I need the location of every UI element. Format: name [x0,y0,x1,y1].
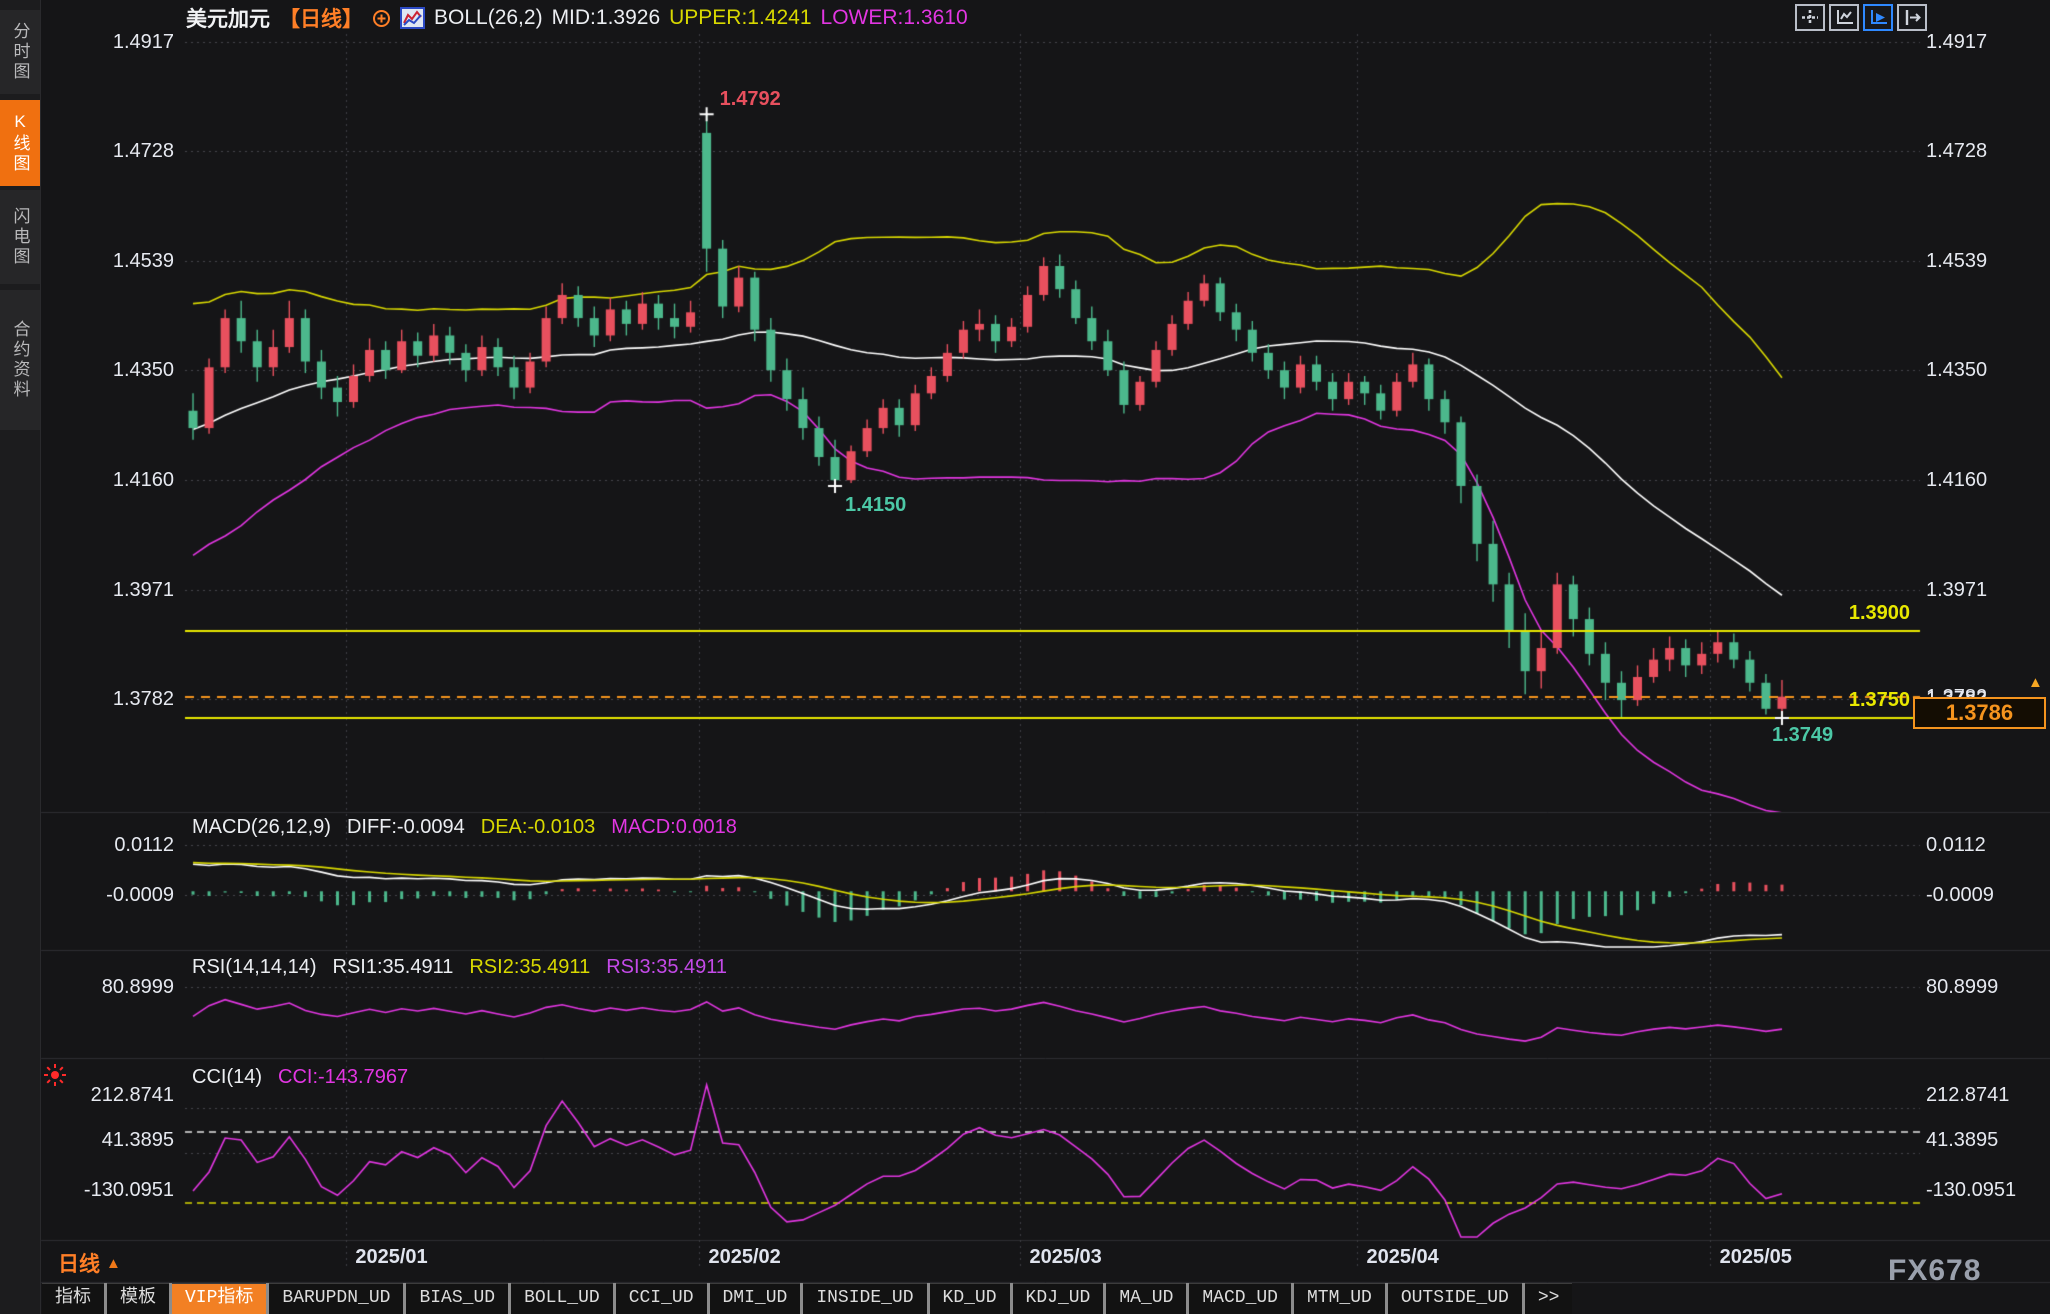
y-axis-label: 41.3895 [42,1129,174,1151]
cci-header-row: CCI(14) CCI:-143.7967 [192,1066,408,1089]
indicator-tab-9[interactable]: KD_UD [930,1283,1010,1314]
indicator-tab-4[interactable]: BIAS_UD [406,1283,508,1314]
indicator-tab-15[interactable]: >> [1525,1283,1573,1314]
macd-header-row: MACD(26,12,9) DIFF:-0.0094 DEA:-0.0103 M… [192,816,737,839]
sidebar-item-2[interactable]: 闪电图 [0,190,40,284]
rsi3-value: RSI3:35.4911 [606,956,727,979]
y-axis-label: -130.0951 [42,1179,174,1201]
y-axis-label: -130.0951 [1926,1179,2050,1201]
y-axis-label: 0.0112 [42,834,174,856]
chart-play-icon[interactable] [1863,4,1893,31]
boll-mid-value: MID:1.3926 [552,6,661,30]
y-axis-label: 1.3971 [1926,579,2050,601]
chart-axes-icon[interactable] [1829,4,1859,31]
y-axis-label: 1.4160 [42,469,174,491]
rsi-header-row: RSI(14,14,14) RSI1:35.4911 RSI2:35.4911 … [192,956,727,979]
macd-macd-value: MACD:0.0018 [611,816,737,839]
indicator-tab-1[interactable]: 模板 [107,1283,169,1314]
indicator-tab-2[interactable]: VIP指标 [172,1283,266,1314]
circle-plus-icon[interactable] [372,9,391,28]
y-axis-label: 41.3895 [1926,1129,2050,1151]
indicator-tab-11[interactable]: MA_UD [1106,1283,1186,1314]
mini-chart-icon[interactable] [400,7,425,29]
boll-indicator-title: BOLL(26,2) [434,6,543,30]
x-axis-month-label: 2025/04 [1366,1246,1438,1269]
cci-value: CCI:-143.7967 [278,1066,408,1089]
macd-title: MACD(26,12,9) [192,816,331,839]
y-axis-label: 80.8999 [42,976,174,998]
recent-low-price-label: 1.3749 [1772,724,1833,747]
hline-1390-label: 1.3900 [1818,602,1910,625]
y-axis-label: 1.4539 [42,250,174,272]
y-axis-label: 1.4160 [1926,469,2050,491]
y-axis-label: 212.8741 [1926,1084,2050,1106]
boll-lower-value: LOWER:1.3610 [821,6,968,30]
y-axis-label: 1.4350 [1926,359,2050,381]
alert-sun-icon[interactable] [42,1062,68,1088]
y-axis-label: 1.4350 [42,359,174,381]
sidebar-item-3[interactable]: 合约资料 [0,290,40,430]
y-axis-label: 0.0112 [1926,834,2050,856]
chart-panel-icon[interactable] [1897,4,1927,31]
triangle-up-icon: ▲ [106,1255,121,1272]
y-axis-label: 1.4917 [42,31,174,53]
hline-1375-label: 1.3750 [1818,689,1910,712]
chart-application-window: 分时图 K线图闪电图合约资料 美元加元 【日线】 BOLL(26,2) MID:1… [0,0,2050,1314]
macd-dea-value: DEA:-0.0103 [481,816,596,839]
chart-canvas[interactable] [0,0,2050,1314]
chart-header: 美元加元 【日线】 BOLL(26,2) MID:1.3926 UPPER:1.… [186,5,968,31]
indicator-tab-0[interactable]: 指标 [42,1283,104,1314]
indicator-tab-5[interactable]: BOLL_UD [511,1283,613,1314]
indicator-tab-12[interactable]: MACD_UD [1189,1283,1291,1314]
x-axis-month-label: 2025/05 [1720,1246,1792,1269]
y-axis-label: 1.3971 [42,579,174,601]
indicator-tab-7[interactable]: DMI_UD [710,1283,801,1314]
x-axis-month-label: 2025/03 [1029,1246,1101,1269]
boll-upper-value: UPPER:1.4241 [669,6,811,30]
indicator-tab-8[interactable]: INSIDE_UD [803,1283,926,1314]
high-price-label: 1.4792 [720,88,781,111]
x-axis-month-label: 2025/02 [708,1246,780,1269]
indicator-tab-bar: 指标模板VIP指标BARUPDN_UDBIAS_UDBOLL_UDCCI_UDD… [42,1283,1572,1314]
sidebar-item-1[interactable]: K线图 [0,100,40,186]
symbol-title: 美元加元 [186,3,270,33]
pan-crosshair-icon[interactable] [1795,4,1825,31]
period-tag: 【日线】 [279,3,363,33]
indicator-tab-3[interactable]: BARUPDN_UD [269,1283,403,1314]
y-axis-label: 1.4728 [1926,140,2050,162]
y-axis-label: -0.0009 [42,884,174,906]
rsi2-value: RSI2:35.4911 [469,956,590,979]
y-axis-label: 1.4539 [1926,250,2050,272]
rsi1-value: RSI1:35.4911 [333,956,454,979]
period-selector[interactable]: 日线 ▲ [58,1248,121,1278]
sidebar-item-0[interactable]: 分时图 [0,10,40,94]
indicator-tab-14[interactable]: OUTSIDE_UD [1388,1283,1522,1314]
macd-diff-value: DIFF:-0.0094 [347,816,465,839]
watermark: FX678 [1888,1254,1981,1288]
y-axis-label: -0.0009 [1926,884,2050,906]
y-axis-label: 1.4917 [1926,31,2050,53]
chart-type-sidebar: 分时图 K线图闪电图合约资料 [0,0,41,1314]
y-axis-label: 1.4728 [42,140,174,162]
x-axis-month-label: 2025/01 [355,1246,427,1269]
period-selector-label: 日线 [58,1248,100,1278]
last-price-badge: 1.3786 [1913,697,2046,729]
cci-title: CCI(14) [192,1066,262,1089]
chart-toolbar [1795,4,1927,31]
indicator-tab-13[interactable]: MTM_UD [1294,1283,1385,1314]
y-axis-label: 80.8999 [1926,976,2050,998]
y-axis-label: 1.3782 [42,688,174,710]
indicator-tab-6[interactable]: CCI_UD [616,1283,707,1314]
scroll-up-arrow-icon[interactable]: ▲ [2028,676,2043,689]
indicator-tab-10[interactable]: KDJ_UD [1013,1283,1104,1314]
swing-low-price-label: 1.4150 [845,494,906,517]
rsi-title: RSI(14,14,14) [192,956,317,979]
